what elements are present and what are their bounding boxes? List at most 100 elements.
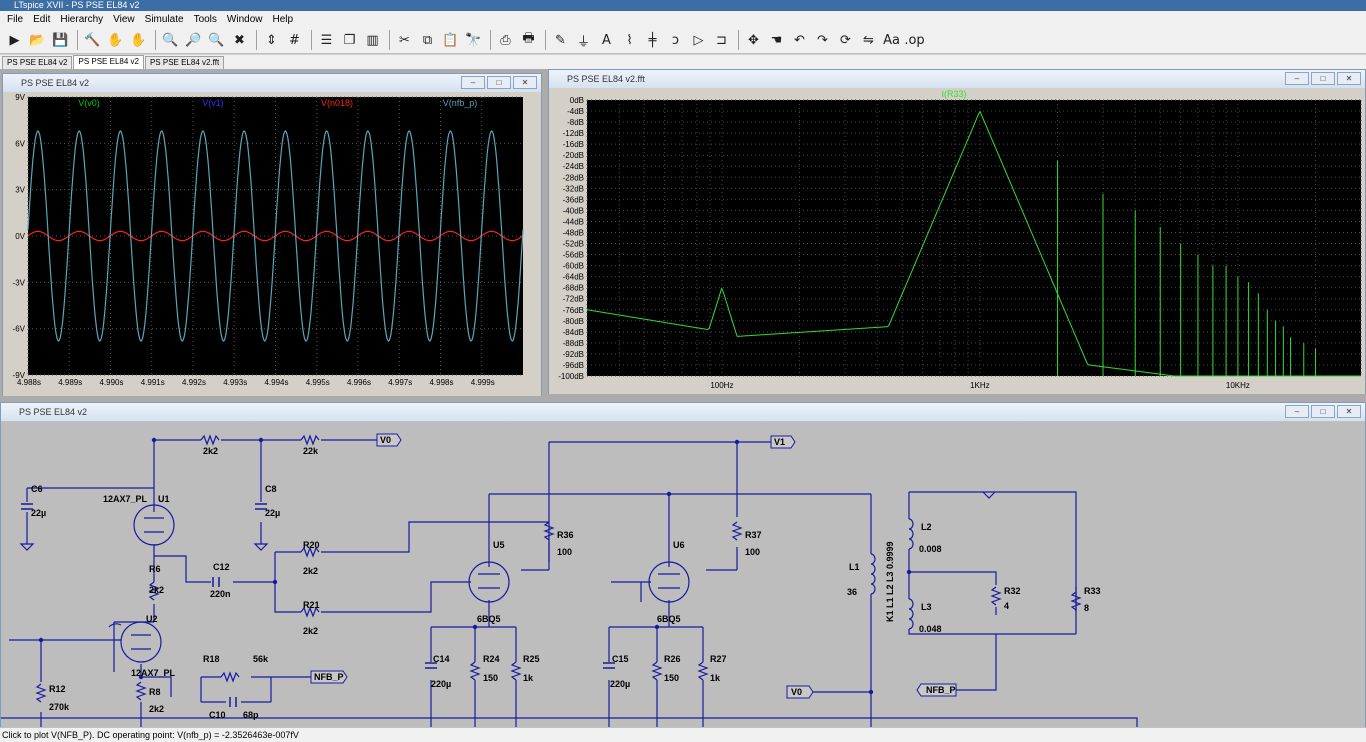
- schematic-window-title[interactable]: PS PSE EL84 v2 – □ ✕: [1, 403, 1365, 421]
- rotate-icon[interactable]: ⟳: [835, 30, 856, 51]
- schematic-label: 2k2: [303, 626, 318, 636]
- net-label-nfb-p[interactable]: NFB_P: [314, 672, 344, 682]
- resistor-icon[interactable]: ⌇: [619, 30, 640, 51]
- close-icon[interactable]: ✕: [513, 76, 537, 89]
- pan-icon[interactable]: ✋: [128, 30, 149, 51]
- tile-horizontal-icon[interactable]: ☰: [316, 30, 337, 51]
- menu-tools[interactable]: Tools: [189, 14, 222, 25]
- close-icon[interactable]: ✕: [1337, 72, 1361, 85]
- cut-icon[interactable]: ✂: [394, 30, 415, 51]
- net-label-v0[interactable]: V0: [791, 687, 802, 697]
- minimize-button[interactable]: –: [1285, 72, 1309, 85]
- y-tick-label: 3V: [15, 186, 25, 195]
- close-icon[interactable]: ✕: [1337, 405, 1361, 418]
- schematic-label: C12: [213, 562, 230, 572]
- spice-directive-icon[interactable]: .op: [904, 30, 925, 51]
- net-label-nfb-p[interactable]: NFB_P: [926, 685, 956, 695]
- fft-plot-area[interactable]: [587, 100, 1361, 376]
- schematic-label: U1: [158, 494, 170, 504]
- grid-icon[interactable]: #: [284, 30, 305, 51]
- diode-icon[interactable]: ▷: [688, 30, 709, 51]
- autorange-icon[interactable]: ⇕: [261, 30, 282, 51]
- toolbar-separator: [389, 30, 390, 50]
- waveform-window-title[interactable]: PS PSE EL84 v2 – □ ✕: [3, 74, 541, 92]
- zoom-out-icon[interactable]: 🔍: [206, 30, 227, 51]
- y-tick-label: -92dB: [563, 350, 584, 359]
- schematic-label: L1: [849, 562, 860, 572]
- trace-legend-label[interactable]: V(nfb_p): [443, 98, 478, 108]
- mirror-icon[interactable]: ⇋: [858, 30, 879, 51]
- y-tick-label: 9V: [15, 93, 25, 102]
- spice-directive[interactable]: K1 L1 L2 L3 0.9999: [885, 541, 895, 622]
- control-panel-icon[interactable]: 🔨: [82, 30, 103, 51]
- capacitor-icon[interactable]: ╪: [642, 30, 663, 51]
- copy-icon[interactable]: ⧉: [417, 30, 438, 51]
- menu-window[interactable]: Window: [222, 14, 268, 25]
- schematic-label: C6: [31, 484, 43, 494]
- drag-icon[interactable]: ☚: [766, 30, 787, 51]
- text-icon[interactable]: Aa: [881, 30, 902, 51]
- menu-hierarchy[interactable]: Hierarchy: [55, 14, 108, 25]
- print-setup-icon[interactable]: ⎙: [495, 30, 516, 51]
- undo-icon[interactable]: ↶: [789, 30, 810, 51]
- run-icon[interactable]: ▶: [4, 30, 25, 51]
- toolbar-separator: [256, 30, 257, 50]
- print-icon[interactable]: 🖶: [518, 30, 539, 51]
- label-net-icon[interactable]: A: [596, 30, 617, 51]
- trace-legend-label[interactable]: V(v0): [78, 98, 100, 108]
- tab-fft[interactable]: PS PSE EL84 v2.fft: [144, 56, 225, 69]
- ground-icon[interactable]: ⏚: [573, 30, 594, 51]
- x-tick-label: 4.997s: [388, 378, 412, 387]
- save-icon[interactable]: 💾: [50, 30, 71, 51]
- y-tick-label: -60dB: [563, 262, 584, 271]
- trace-legend-label[interactable]: V(v1): [202, 98, 224, 108]
- schematic-label: U2: [146, 614, 158, 624]
- maximize-button[interactable]: □: [487, 76, 511, 89]
- menu-edit[interactable]: Edit: [28, 14, 55, 25]
- waveform-plot[interactable]: 9V6V3V0V-3V-6V-9V4.988s 4.989s 4.990s 4.991…: [3, 93, 541, 396]
- fft-legend-label[interactable]: I(R33): [941, 89, 966, 99]
- y-tick-label: -20dB: [563, 151, 584, 160]
- schematic-label: 2k2: [149, 704, 164, 714]
- fft-window-title[interactable]: PS PSE EL84 v2.fft – □ ✕: [549, 70, 1365, 88]
- schematic-label: R21: [303, 600, 320, 610]
- maximize-button[interactable]: □: [1311, 405, 1335, 418]
- redo-icon[interactable]: ↷: [812, 30, 833, 51]
- find-icon[interactable]: 🔭: [463, 30, 484, 51]
- minimize-button[interactable]: –: [461, 76, 485, 89]
- halt-icon[interactable]: ✋: [105, 30, 126, 51]
- y-tick-label: 0V: [15, 232, 25, 241]
- trace-legend-label[interactable]: V(n018): [321, 98, 353, 108]
- zoom-area-icon[interactable]: 🔎: [183, 30, 204, 51]
- schematic-label: R12: [49, 684, 66, 694]
- schematic-label: R8: [149, 687, 161, 697]
- zoom-cancel-icon[interactable]: ✖: [229, 30, 250, 51]
- component-icon[interactable]: ⊐: [711, 30, 732, 51]
- schematic-label: C15: [612, 654, 629, 664]
- net-label-v1[interactable]: V1: [774, 437, 785, 447]
- zoom-in-icon[interactable]: 🔍: [160, 30, 181, 51]
- schematic-label: R27: [710, 654, 727, 664]
- net-label-v0[interactable]: V0: [380, 435, 391, 445]
- schematic-canvas[interactable]: 2k2 22k C6 22µ C8 22µ 12AX7_PL U1 R6 2k2…: [1, 422, 1365, 727]
- schematic-label: 36: [847, 587, 857, 597]
- minimize-button[interactable]: –: [1285, 405, 1309, 418]
- schematic-label: R25: [523, 654, 540, 664]
- draw-wire-icon[interactable]: ✎: [550, 30, 571, 51]
- inductor-icon[interactable]: ↄ: [665, 30, 686, 51]
- menu-simulate[interactable]: Simulate: [140, 14, 189, 25]
- tile-vertical-icon[interactable]: ▥: [362, 30, 383, 51]
- fft-plot[interactable]: 0dB -4dB -8dB -12dB -16dB -20dB -24dB -28dB -32d…: [549, 89, 1365, 394]
- y-tick-label: -72dB: [563, 295, 584, 304]
- menu-file[interactable]: File: [2, 14, 28, 25]
- menu-view[interactable]: View: [108, 14, 140, 25]
- move-icon[interactable]: ✥: [743, 30, 764, 51]
- paste-icon[interactable]: 📋: [440, 30, 461, 51]
- menu-help[interactable]: Help: [268, 14, 299, 25]
- open-icon[interactable]: 📂: [27, 30, 48, 51]
- tab-schematic[interactable]: PS PSE EL84 v2: [2, 56, 73, 69]
- schematic-label: 6BQ5: [657, 614, 681, 624]
- cascade-icon[interactable]: ❐: [339, 30, 360, 51]
- maximize-button[interactable]: □: [1311, 72, 1335, 85]
- tab-waveform[interactable]: PS PSE EL84 v2: [73, 55, 144, 69]
